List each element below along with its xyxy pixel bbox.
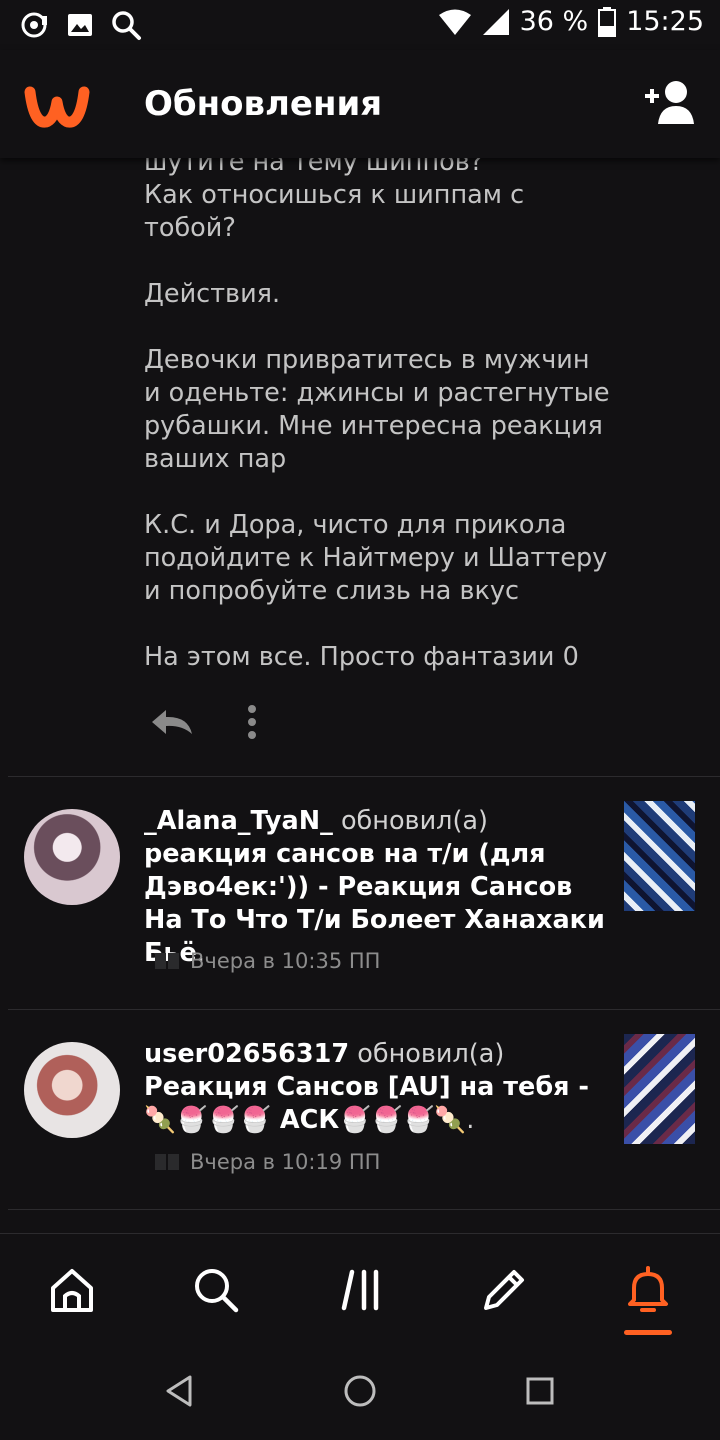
signal-icon: [482, 8, 509, 35]
page-title: Обновления: [144, 84, 383, 124]
bottom-navigation: [0, 1233, 720, 1342]
update-time: Вчера в 10:35 ПП: [190, 949, 381, 973]
story-link[interactable]: Реакция Сансов [AU] на тебя - 🍡🍧🍧🍧 АСК🍧🍧…: [144, 1072, 589, 1135]
update-item[interactable]: user02656317 обновил(а) Реакция Сансов […: [0, 1010, 720, 1210]
system-navigation: [0, 1341, 720, 1440]
library-icon[interactable]: [336, 1264, 388, 1316]
status-bar: 36 % 15:25: [0, 0, 720, 50]
update-time: Вчера в 10:19 ПП: [190, 1150, 381, 1174]
user-link[interactable]: _Alana_TyaN_: [144, 806, 333, 836]
battery-percent: 36 %: [519, 6, 589, 37]
home-circle-icon[interactable]: [342, 1373, 378, 1409]
add-user-icon[interactable]: [642, 78, 698, 126]
recents-icon[interactable]: [522, 1373, 558, 1409]
clock: 15:25: [626, 6, 704, 37]
update-verb: обновил(а): [340, 806, 488, 836]
avatar[interactable]: [24, 1042, 120, 1138]
story-cover[interactable]: [624, 801, 695, 911]
wifi-icon: [438, 9, 471, 35]
write-icon[interactable]: [478, 1264, 530, 1316]
more-icon[interactable]: [246, 704, 258, 740]
active-tab-indicator: [624, 1330, 672, 1335]
app-header: Обновления: [0, 50, 720, 158]
story-cover[interactable]: [624, 1034, 695, 1144]
updates-feed[interactable]: шутите на тему шиппов? Как относишься к …: [0, 158, 720, 1233]
home-icon[interactable]: [46, 1264, 98, 1316]
update-text: _Alana_TyaN_ обновил(а) реакция сансов н…: [144, 805, 606, 970]
update-text: user02656317 обновил(а) Реакция Сансов […: [144, 1038, 606, 1137]
wattpad-logo[interactable]: [24, 80, 90, 128]
update-end: .: [466, 1105, 475, 1135]
search-icon: [112, 11, 141, 40]
update-time-row: Вчера в 10:35 ПП: [154, 949, 380, 973]
avatar[interactable]: [24, 809, 120, 905]
podcast-icon: [21, 12, 47, 38]
message-actions: [148, 704, 258, 740]
user-link[interactable]: user02656317: [144, 1039, 349, 1069]
notifications-icon[interactable]: [622, 1264, 674, 1316]
back-icon[interactable]: [162, 1373, 198, 1409]
update-verb: обновил(а): [357, 1039, 505, 1069]
battery-icon: [598, 6, 617, 37]
update-time-row: Вчера в 10:19 ПП: [154, 1150, 380, 1174]
book-icon: [155, 953, 179, 969]
update-item[interactable]: _Alana_TyaN_ обновил(а) реакция сансов н…: [0, 777, 720, 1009]
search-icon[interactable]: [190, 1264, 242, 1316]
reply-icon[interactable]: [148, 706, 196, 738]
divider: [8, 1209, 720, 1210]
image-icon: [68, 14, 92, 36]
book-icon: [155, 1154, 179, 1170]
message-text: шутите на тему шиппов? Как относишься к …: [144, 158, 610, 672]
